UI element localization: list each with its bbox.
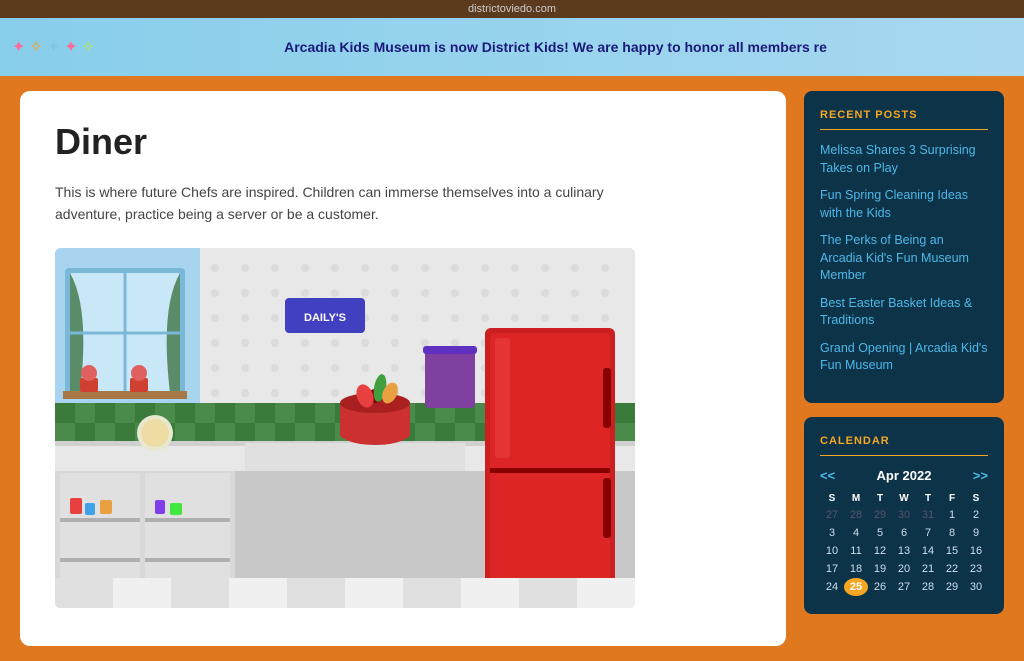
calendar-day[interactable]: 27 bbox=[820, 506, 844, 524]
cal-day-w: W bbox=[892, 491, 916, 506]
calendar-day[interactable]: 16 bbox=[964, 542, 988, 560]
svg-text:DAILY'S: DAILY'S bbox=[304, 312, 346, 324]
calendar-title: CALENDAR bbox=[820, 435, 988, 456]
calendar-day[interactable]: 26 bbox=[868, 578, 892, 596]
calendar-day[interactable]: 18 bbox=[844, 560, 868, 578]
calendar-day[interactable]: 19 bbox=[868, 560, 892, 578]
calendar-day[interactable]: 17 bbox=[820, 560, 844, 578]
calendar-table: S M T W T F S 27282930311234567891011121… bbox=[820, 491, 988, 596]
star-icon-5: ✧ bbox=[82, 37, 95, 57]
calendar-days-row: S M T W T F S bbox=[820, 491, 988, 506]
post-link-3[interactable]: Best Easter Basket Ideas & Traditions bbox=[820, 295, 988, 330]
page-title: Diner bbox=[55, 121, 751, 163]
calendar-day[interactable]: 23 bbox=[964, 560, 988, 578]
content-area: Diner This is where future Chefs are ins… bbox=[20, 91, 786, 646]
cal-day-f: F bbox=[940, 491, 964, 506]
calendar-day[interactable]: 31 bbox=[916, 506, 940, 524]
calendar-day[interactable]: 11 bbox=[844, 542, 868, 560]
url-text: districtoviedo.com bbox=[468, 3, 556, 15]
calendar-day[interactable]: 14 bbox=[916, 542, 940, 560]
star-icon-3: ✦ bbox=[47, 37, 60, 57]
calendar-day[interactable]: 2 bbox=[964, 506, 988, 524]
banner-text: Arcadia Kids Museum is now District Kids… bbox=[97, 39, 1014, 55]
calendar-day[interactable]: 13 bbox=[892, 542, 916, 560]
announcement-banner: ✦ ✧ ✦ ✦ ✧ Arcadia Kids Museum is now Dis… bbox=[0, 18, 1024, 76]
calendar-month: Apr 2022 bbox=[877, 468, 932, 483]
calendar-next-button[interactable]: >> bbox=[973, 468, 988, 483]
top-bar: districtoviedo.com bbox=[0, 0, 1024, 18]
cal-day-t1: T bbox=[868, 491, 892, 506]
calendar-day[interactable]: 10 bbox=[820, 542, 844, 560]
banner-decorations: ✦ ✧ ✦ ✦ ✧ bbox=[10, 35, 97, 59]
calendar-day[interactable]: 6 bbox=[892, 524, 916, 542]
star-icon-4: ✦ bbox=[64, 37, 77, 57]
calendar-week-0: 272829303112 bbox=[820, 506, 988, 524]
calendar-day[interactable]: 21 bbox=[916, 560, 940, 578]
page-description: This is where future Chefs are inspired.… bbox=[55, 181, 615, 226]
calendar-header: << Apr 2022 >> bbox=[820, 468, 988, 483]
star-icon-2: ✧ bbox=[29, 37, 42, 57]
cal-day-s1: S bbox=[820, 491, 844, 506]
calendar-day[interactable]: 20 bbox=[892, 560, 916, 578]
calendar-day[interactable]: 30 bbox=[892, 506, 916, 524]
calendar-day[interactable]: 8 bbox=[940, 524, 964, 542]
diner-image: DAILY'S bbox=[55, 248, 635, 608]
calendar-body: 2728293031123456789101112131415161718192… bbox=[820, 506, 988, 596]
calendar-week-2: 10111213141516 bbox=[820, 542, 988, 560]
post-link-2[interactable]: The Perks of Being an Arcadia Kid's Fun … bbox=[820, 232, 988, 285]
calendar-day[interactable]: 27 bbox=[892, 578, 916, 596]
calendar-day[interactable]: 3 bbox=[820, 524, 844, 542]
post-link-4[interactable]: Grand Opening | Arcadia Kid's Fun Museum bbox=[820, 340, 988, 375]
calendar-day[interactable]: 28 bbox=[916, 578, 940, 596]
calendar-week-1: 3456789 bbox=[820, 524, 988, 542]
calendar-day[interactable]: 22 bbox=[940, 560, 964, 578]
calendar-prev-button[interactable]: << bbox=[820, 468, 835, 483]
calendar-day[interactable]: 12 bbox=[868, 542, 892, 560]
main-wrapper: Diner This is where future Chefs are ins… bbox=[0, 76, 1024, 661]
recent-posts-title: RECENT POSTS bbox=[820, 109, 988, 130]
calendar-day[interactable]: 24 bbox=[820, 578, 844, 596]
calendar-day[interactable]: 25 bbox=[844, 578, 868, 596]
post-link-1[interactable]: Fun Spring Cleaning Ideas with the Kids bbox=[820, 187, 988, 222]
calendar-day[interactable]: 30 bbox=[964, 578, 988, 596]
calendar-day[interactable]: 15 bbox=[940, 542, 964, 560]
calendar-day[interactable]: 5 bbox=[868, 524, 892, 542]
cal-day-m: M bbox=[844, 491, 868, 506]
post-link-0[interactable]: Melissa Shares 3 Surprising Takes on Pla… bbox=[820, 142, 988, 177]
recent-posts-box: RECENT POSTS Melissa Shares 3 Surprising… bbox=[804, 91, 1004, 403]
calendar-day[interactable]: 1 bbox=[940, 506, 964, 524]
star-icon-1: ✦ bbox=[12, 37, 25, 57]
calendar-week-3: 17181920212223 bbox=[820, 560, 988, 578]
calendar-day[interactable]: 29 bbox=[940, 578, 964, 596]
calendar-day[interactable]: 29 bbox=[868, 506, 892, 524]
calendar-day[interactable]: 4 bbox=[844, 524, 868, 542]
cal-day-s2: S bbox=[964, 491, 988, 506]
cal-day-t2: T bbox=[916, 491, 940, 506]
calendar-day[interactable]: 9 bbox=[964, 524, 988, 542]
calendar-day[interactable]: 28 bbox=[844, 506, 868, 524]
calendar-day[interactable]: 7 bbox=[916, 524, 940, 542]
calendar-box: CALENDAR << Apr 2022 >> S M T W T F S bbox=[804, 417, 1004, 614]
calendar-week-4: 24252627282930 bbox=[820, 578, 988, 596]
sidebar: RECENT POSTS Melissa Shares 3 Surprising… bbox=[804, 91, 1004, 646]
